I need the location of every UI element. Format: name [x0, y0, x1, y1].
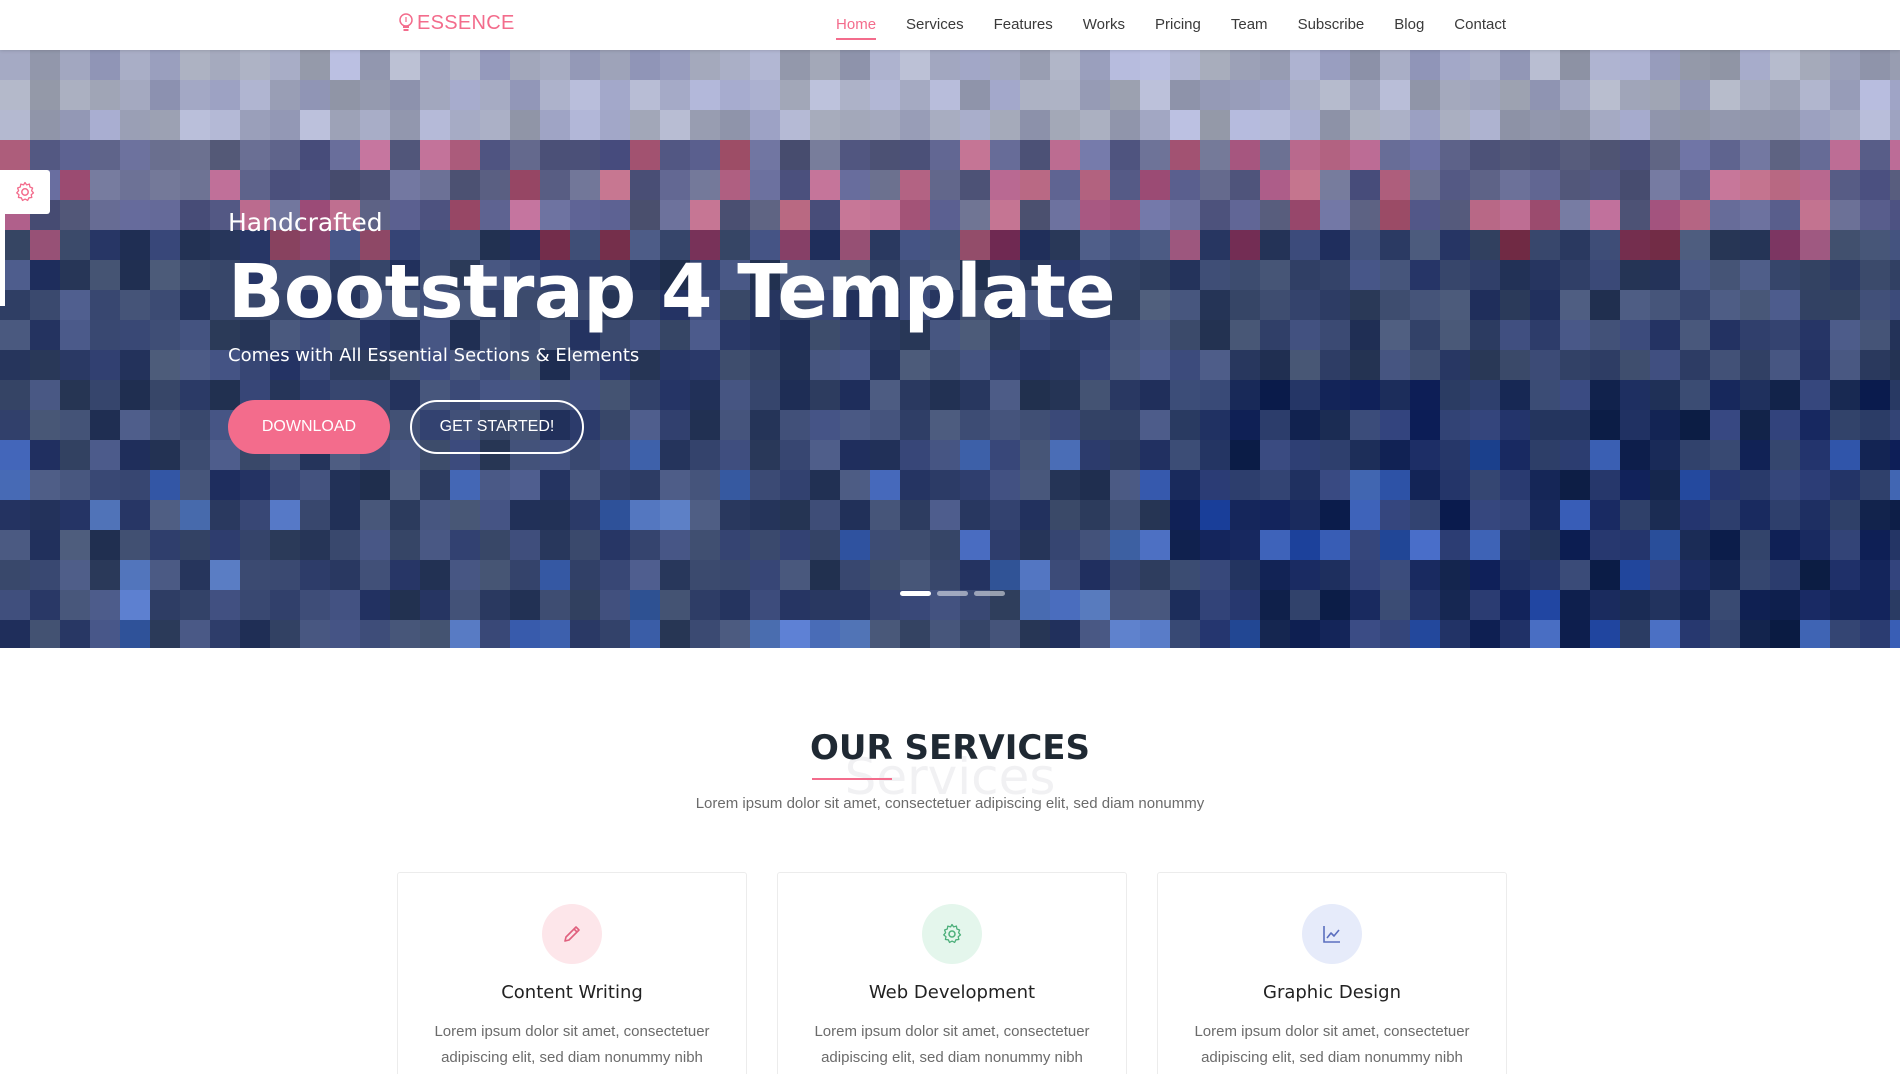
brand-logo[interactable]: ESSENCE [398, 12, 515, 35]
hero-content: Handcrafted Bootstrap 4 Template Comes w… [228, 208, 1116, 454]
services-title-underline [812, 778, 892, 780]
card-text: Lorem ipsum dolor sit amet, consectetuer… [814, 1023, 1090, 1066]
card-title: Content Writing [501, 982, 643, 1003]
nav-item-features[interactable]: Features [994, 0, 1053, 50]
navbar: ESSENCE Home Services Features Works Pri… [0, 0, 1900, 50]
nav-item-subscribe[interactable]: Subscribe [1298, 0, 1365, 50]
card-icon-circle [922, 904, 982, 964]
chart-icon [1323, 926, 1340, 943]
nav-item-services[interactable]: Services [906, 0, 964, 50]
download-button[interactable]: DOWNLOAD [228, 400, 390, 454]
service-cards: Content Writing Lorem ipsum dolor sit am… [397, 872, 1507, 1074]
card-icon-circle [1302, 904, 1362, 964]
services-heading: OUR SERVICES [0, 728, 1900, 768]
hero-slider: Handcrafted Bootstrap 4 Template Comes w… [0, 50, 1900, 648]
nav-item-home[interactable]: Home [836, 0, 877, 50]
slider-dot-2[interactable] [937, 591, 968, 596]
main-nav: Home Services Features Works Pricing Tea… [806, 0, 1506, 50]
gear-icon [16, 181, 35, 202]
pencil-icon [564, 926, 580, 942]
card-title: Web Development [868, 982, 1036, 1003]
services-description: Lorem ipsum dolor sit amet, consectetuer… [695, 795, 1205, 812]
nav-item-team[interactable]: Team [1231, 0, 1268, 50]
hero-title: Bootstrap 4 Template [228, 249, 1116, 335]
settings-toggle[interactable] [0, 170, 50, 214]
nav-item-works[interactable]: Works [1083, 0, 1125, 50]
lightbulb-icon [399, 12, 413, 31]
card-text: Lorem ipsum dolor sit amet, consectetuer… [1194, 1023, 1470, 1066]
service-card-web-development[interactable]: Web Development Lorem ipsum dolor sit am… [777, 872, 1127, 1074]
nav-item-pricing[interactable]: Pricing [1155, 0, 1201, 50]
card-title: Graphic Design [1263, 982, 1401, 1003]
card-icon-circle [542, 904, 602, 964]
service-card-graphic-design[interactable]: Graphic Design Lorem ipsum dolor sit ame… [1157, 872, 1507, 1074]
brand-name: ESSENCE [417, 12, 515, 34]
hero-buttons: DOWNLOAD GET STARTED! [228, 400, 1115, 454]
slider-dot-1[interactable] [900, 591, 931, 596]
services-title: OUR SERVICES [809, 728, 1091, 768]
get-started-button[interactable]: GET STARTED! [410, 400, 584, 454]
hero-tagline: Comes with All Essential Sections & Elem… [228, 345, 640, 366]
card-text: Lorem ipsum dolor sit amet, consectetuer… [434, 1023, 710, 1066]
nav-item-contact[interactable]: Contact [1454, 0, 1506, 50]
slider-dot-3[interactable] [974, 591, 1005, 596]
service-card-content-writing[interactable]: Content Writing Lorem ipsum dolor sit am… [397, 872, 747, 1074]
gear-icon [943, 923, 962, 944]
hero-subtitle: Handcrafted [228, 208, 383, 237]
settings-panel-edge [0, 214, 5, 306]
slider-dots [900, 591, 1005, 596]
nav-item-blog[interactable]: Blog [1394, 0, 1424, 50]
